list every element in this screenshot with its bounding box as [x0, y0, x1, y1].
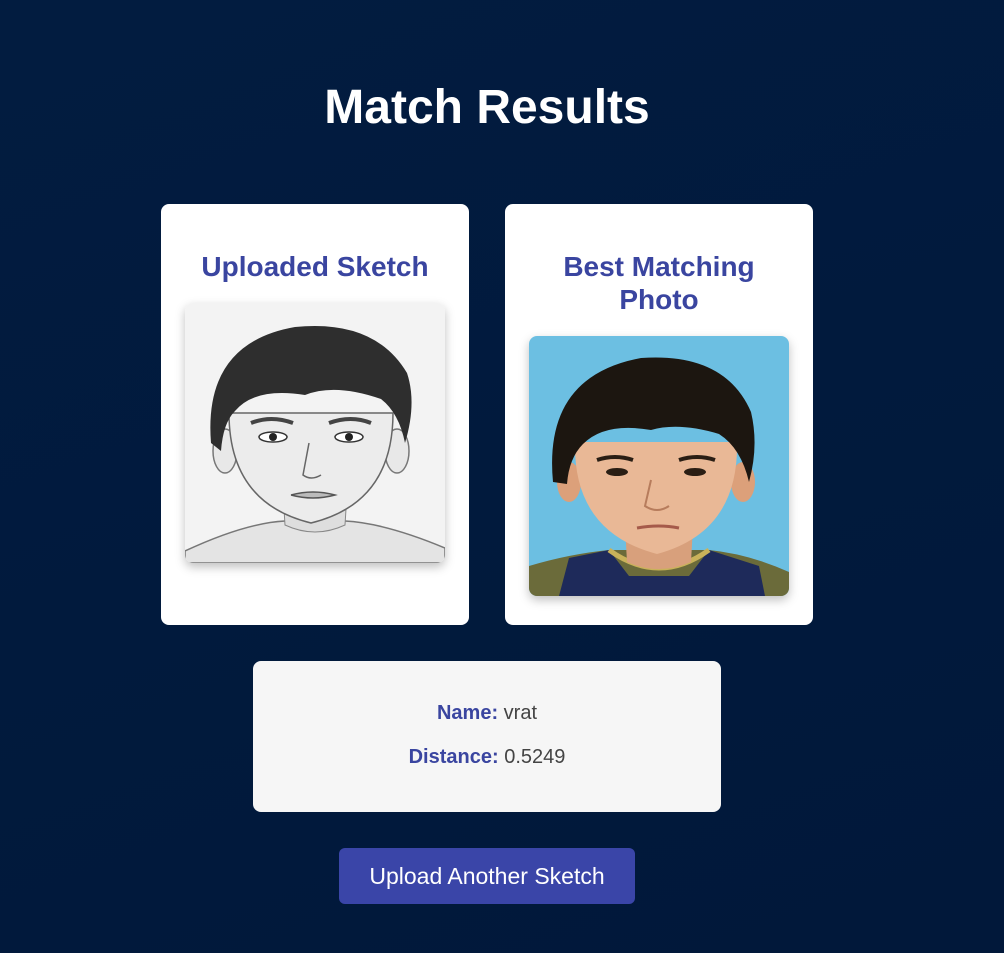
name-value: vrat [503, 702, 538, 724]
distance-label: Distance: [408, 746, 499, 768]
uploaded-sketch-card: Uploaded Sketch [161, 204, 469, 625]
distance-value: 0.5249 [504, 746, 566, 768]
best-match-card: Best Matching Photo [505, 204, 813, 625]
distance-row: Distance: 0.5249 [253, 746, 721, 769]
name-row: Name: vrat [253, 702, 721, 725]
uploaded-sketch-image [185, 303, 445, 563]
page-title: Match Results [324, 81, 650, 134]
best-match-photo [529, 336, 789, 596]
name-label: Name: [436, 702, 499, 724]
match-info-panel: Name: vrat Distance: 0.5249 [253, 661, 721, 812]
upload-another-sketch-button[interactable]: Upload Another Sketch [339, 848, 635, 904]
best-match-title: Best Matching Photo [563, 251, 755, 315]
uploaded-sketch-title: Uploaded Sketch [201, 251, 429, 282]
